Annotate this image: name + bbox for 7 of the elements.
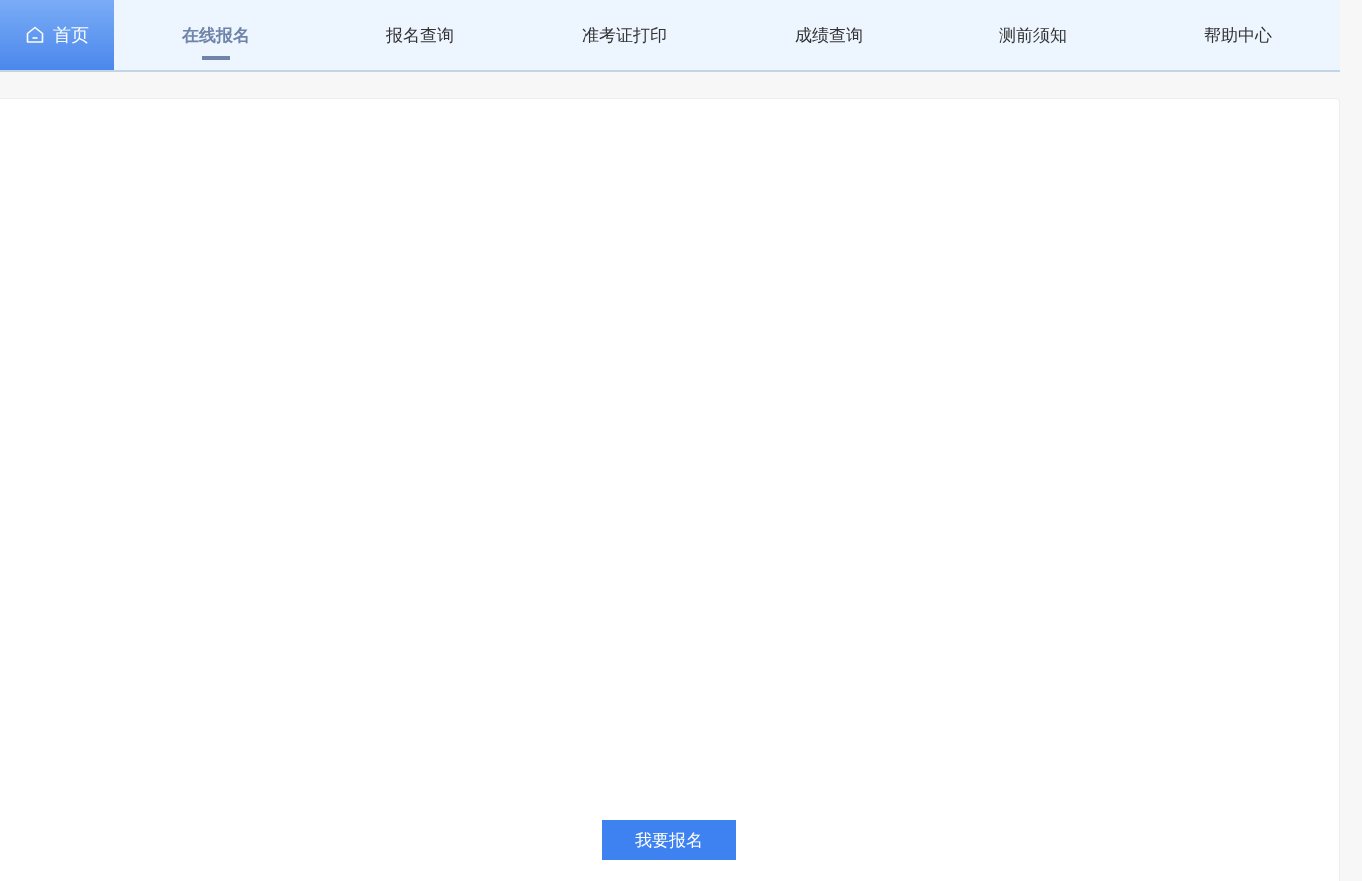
nav-tab[interactable]: 测前须知 — [931, 0, 1136, 70]
nav-tab[interactable]: 帮助中心 — [1135, 0, 1340, 70]
home-icon — [25, 25, 45, 45]
register-button[interactable]: 我要报名 — [601, 820, 736, 860]
nav-tab[interactable]: 报名查询 — [318, 0, 523, 70]
nav-tab[interactable]: 成绩查询 — [727, 0, 932, 70]
nav-tab[interactable]: 准考证打印 — [522, 0, 727, 70]
